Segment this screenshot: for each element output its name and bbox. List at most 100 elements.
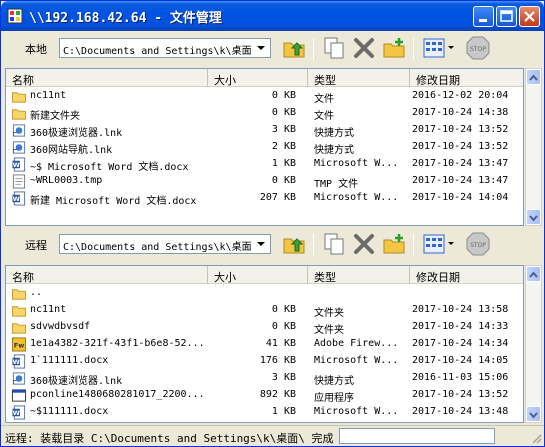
- file-row[interactable]: 360网站导航.lnk 2 KB 快捷方式 2017-10-24 13:52: [6, 139, 523, 156]
- copy-icon[interactable]: [321, 35, 347, 61]
- fireworks-file-icon: Fw: [11, 337, 27, 352]
- file-size: 0 KB: [271, 321, 296, 332]
- column-header-size[interactable]: 大小: [208, 266, 308, 284]
- minimize-icon: [479, 19, 487, 22]
- copy-icon[interactable]: [321, 231, 347, 257]
- file-name: ..: [30, 287, 43, 298]
- file-row[interactable]: 新建文件夹 0 KB 文件 2017-10-24 14:38: [6, 105, 523, 122]
- column-header-name[interactable]: 名称: [6, 69, 208, 87]
- file-row[interactable]: ~WRL0003.tmp 0 KB TMP 文件 2017-10-24 13:47: [6, 173, 523, 190]
- minimize-button[interactable]: [473, 6, 494, 27]
- svg-text:W: W: [13, 195, 21, 203]
- svg-text:STOP: STOP: [470, 46, 486, 53]
- file-manager-window: \\192.168.42.64 - 文件管理 本地 C:\Documents a…: [0, 0, 545, 447]
- file-row[interactable]: pconline1480680281017_2200... 892 KB 应用程序 2…: [6, 387, 523, 404]
- tmp-file-icon: [12, 174, 26, 189]
- file-row[interactable]: W ~$111111.docx 1 KB Microsoft W... 2017-10-…: [6, 404, 523, 421]
- status-text: 远程: 装载目录 C:\Documents and Settings\k\桌面\…: [5, 432, 334, 445]
- file-modified-date: 2017-10-24 13:47: [412, 175, 509, 186]
- file-row[interactable]: 360极速浏览器.lnk 3 KB 快捷方式 2016-11-03 15:06: [6, 370, 523, 387]
- file-row[interactable]: W 新建 Microsoft Word 文档.docx 207 KB Microsof…: [6, 190, 523, 207]
- file-type: Microsoft W...: [314, 192, 399, 203]
- local-toolbar: 本地 C:\Documents and Settings\k\桌面 STOP: [3, 32, 542, 66]
- close-button[interactable]: [519, 6, 540, 27]
- column-header-type[interactable]: 类型: [308, 266, 410, 284]
- file-type: 文件: [314, 94, 334, 105]
- scroll-up-button[interactable]: [526, 69, 541, 85]
- file-name: 新建文件夹: [30, 111, 80, 122]
- file-name: ~WRL0003.tmp: [30, 175, 103, 186]
- chevron-up-icon: [529, 74, 538, 81]
- delete-icon[interactable]: [351, 35, 377, 61]
- file-size: 0 KB: [271, 90, 296, 101]
- toolbar-separator: [313, 38, 314, 60]
- up-folder-icon[interactable]: [281, 231, 307, 257]
- file-size: 41 KB: [265, 338, 296, 349]
- file-type: 文件夹: [314, 308, 344, 319]
- up-folder-icon[interactable]: [281, 35, 307, 61]
- file-row[interactable]: 360极速浏览器.lnk 3 KB 快捷方式 2017-10-24 13:52: [6, 122, 523, 139]
- remote-label: 远程: [25, 239, 47, 252]
- view-mode-icon[interactable]: [421, 35, 457, 61]
- resize-grip-icon[interactable]: [530, 432, 542, 444]
- remote-file-list[interactable]: 名称 大小 类型 修改日期 .. nc11nt 0 KB 文件夹 2017-10-24 …: [5, 265, 524, 423]
- column-header-date[interactable]: 修改日期: [410, 266, 523, 284]
- file-name: 1e1a4382-321f-43f1-b6e8-52...: [30, 338, 205, 349]
- file-modified-date: 2017-10-24 13:58: [412, 304, 509, 315]
- view-mode-icon[interactable]: [421, 231, 457, 257]
- svg-text:STOP: STOP: [470, 242, 486, 249]
- chevron-down-icon[interactable]: [253, 40, 269, 56]
- word-doc-icon: W: [12, 405, 26, 420]
- remote-scrollbar[interactable]: [525, 265, 542, 423]
- file-modified-date: 2016-11-03 15:06: [412, 372, 509, 383]
- column-header-size[interactable]: 大小: [208, 69, 308, 87]
- file-row[interactable]: Fw 1e1a4382-321f-43f1-b6e8-52... 41 KB Adob…: [6, 336, 523, 353]
- file-size: 0 KB: [271, 107, 296, 118]
- file-row[interactable]: ..: [6, 285, 523, 302]
- file-size: 1 KB: [271, 406, 296, 417]
- local-path-combo[interactable]: C:\Documents and Settings\k\桌面: [59, 38, 271, 58]
- file-modified-date: 2017-10-24 14:05: [412, 355, 509, 366]
- scroll-up-button[interactable]: [526, 266, 541, 282]
- scroll-down-button[interactable]: [526, 209, 541, 225]
- stop-icon[interactable]: STOP: [465, 231, 491, 257]
- scroll-down-button[interactable]: [526, 406, 541, 422]
- stop-icon[interactable]: STOP: [465, 35, 491, 61]
- file-row[interactable]: nc11nt 0 KB 文件 2016-12-02 20:04: [6, 88, 523, 105]
- word-doc-icon: W: [12, 354, 26, 369]
- file-size: 207 KB: [259, 192, 296, 203]
- shortcut-icon: [12, 124, 26, 137]
- chevron-down-icon[interactable]: [253, 236, 269, 252]
- folder-icon: [11, 306, 27, 317]
- file-name: 360网站导航.lnk: [30, 145, 113, 156]
- column-header-type[interactable]: 类型: [308, 69, 410, 87]
- window-title: \\192.168.42.64 - 文件管理: [29, 11, 222, 26]
- maximize-button[interactable]: [496, 6, 517, 27]
- chevron-down-icon: [529, 412, 538, 419]
- local-scrollbar[interactable]: [525, 68, 542, 226]
- file-row[interactable]: sdvwdbvsdf 0 KB 文件夹 2017-10-24 14:33: [6, 319, 523, 336]
- file-name: 360极速浏览器.lnk: [30, 376, 123, 387]
- remote-path-value: C:\Documents and Settings\k\桌面: [63, 242, 252, 253]
- column-header-date[interactable]: 修改日期: [410, 69, 523, 87]
- new-folder-icon[interactable]: [381, 231, 407, 257]
- chevron-up-icon: [529, 271, 538, 278]
- file-row[interactable]: nc11nt 0 KB 文件夹 2017-10-24 13:58: [6, 302, 523, 319]
- local-label: 本地: [25, 43, 47, 56]
- column-header-name[interactable]: 名称: [6, 266, 208, 284]
- file-type: Microsoft W...: [314, 158, 399, 169]
- status-input[interactable]: [339, 428, 495, 444]
- file-modified-date: 2017-10-24 13:52: [412, 389, 509, 400]
- local-path-value: C:\Documents and Settings\k\桌面: [63, 46, 252, 57]
- remote-path-combo[interactable]: C:\Documents and Settings\k\桌面: [59, 234, 271, 254]
- file-row[interactable]: W ~$ Microsoft Word 文档.docx 1 KB Microsoft …: [6, 156, 523, 173]
- file-row[interactable]: W 1`111111.docx 176 KB Microsoft W... 2017-1…: [6, 353, 523, 370]
- file-name: 1`111111.docx: [30, 355, 109, 366]
- file-name: nc11nt: [30, 304, 67, 315]
- file-name: pconline1480680281017_2200...: [30, 389, 205, 400]
- local-file-list[interactable]: 名称 大小 类型 修改日期 nc11nt 0 KB 文件 2016-12-02 20:…: [5, 68, 524, 226]
- new-folder-icon[interactable]: [381, 35, 407, 61]
- delete-icon[interactable]: [351, 231, 377, 257]
- file-type: Adobe Firew...: [314, 338, 399, 349]
- title-bar[interactable]: \\192.168.42.64 - 文件管理: [1, 1, 544, 31]
